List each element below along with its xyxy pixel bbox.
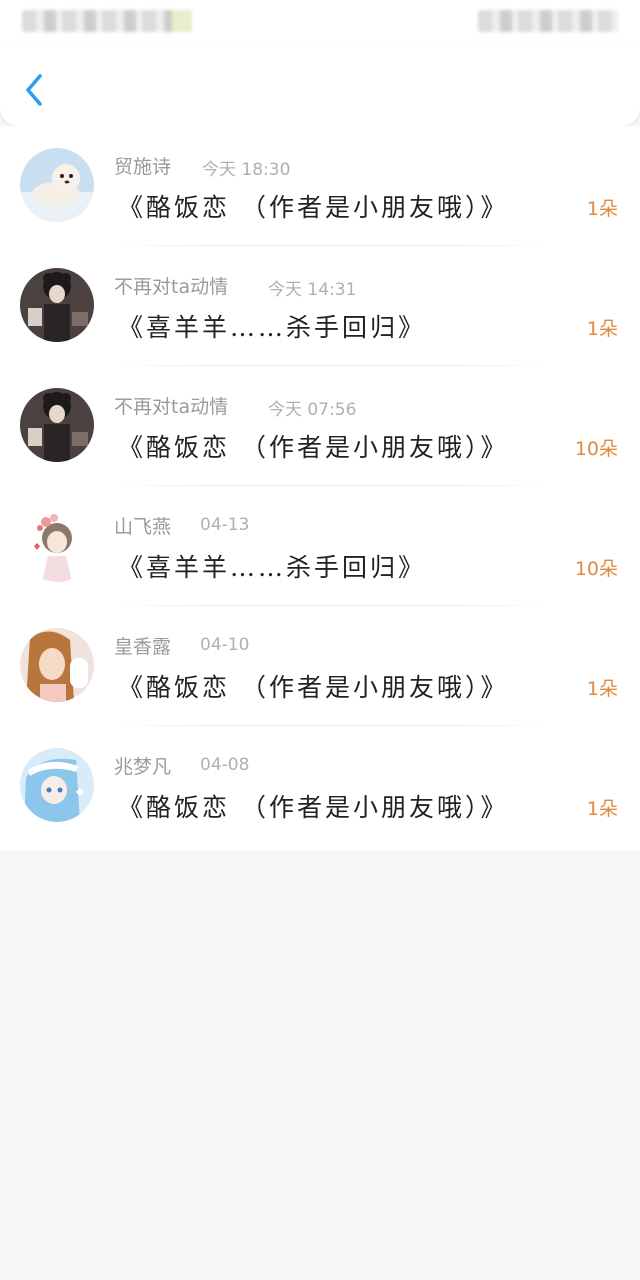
list-item[interactable]: 兆梦凡 04-08 《酪饭恋 （作者是小朋友哦）》 1朵 <box>0 726 640 846</box>
flower-count: 1朵 <box>586 198 618 220</box>
book-title[interactable]: 《酪饭恋 （作者是小朋友哦）》 <box>118 668 508 704</box>
flower-count: 1朵 <box>586 798 618 820</box>
flower-count: 1朵 <box>586 318 618 340</box>
back-button[interactable] <box>16 70 56 110</box>
list-item[interactable]: 山飞燕 04-13 《喜羊羊……杀手回归》 10朵 <box>0 486 640 606</box>
status-bar-left-blurred <box>22 10 192 32</box>
book-title[interactable]: 《酪饭恋 （作者是小朋友哦）》 <box>118 788 508 824</box>
timestamp: 04-10 <box>200 635 250 655</box>
timestamp: 04-08 <box>200 755 250 775</box>
flower-count: 1朵 <box>586 678 618 700</box>
list-item[interactable]: 贸施诗 今天 18:30 《酪饭恋 （作者是小朋友哦）》 1朵 <box>0 126 640 246</box>
timestamp: 今天 14:31 <box>268 280 357 300</box>
sender-name: 贸施诗 <box>114 156 172 178</box>
timestamp: 今天 07:56 <box>268 400 357 420</box>
flower-count: 10朵 <box>574 558 618 580</box>
chevron-left-icon <box>26 74 42 106</box>
sender-name: 山飞燕 <box>114 516 172 538</box>
sender-name: 不再对ta动情 <box>114 396 229 418</box>
sender-name: 皇香露 <box>114 636 172 658</box>
avatar[interactable] <box>20 508 94 582</box>
gift-record-list: 贸施诗 今天 18:30 《酪饭恋 （作者是小朋友哦）》 1朵 不再对ta动情 … <box>0 126 640 850</box>
avatar[interactable] <box>20 148 94 222</box>
book-title[interactable]: 《酪饭恋 （作者是小朋友哦）》 <box>118 428 508 464</box>
sender-name: 兆梦凡 <box>114 756 172 778</box>
list-item[interactable]: 皇香露 04-10 《酪饭恋 （作者是小朋友哦）》 1朵 <box>0 606 640 726</box>
timestamp: 04-13 <box>200 515 250 535</box>
status-bar <box>0 0 640 44</box>
avatar[interactable] <box>20 388 94 462</box>
status-bar-right-blurred <box>478 10 618 32</box>
flower-count: 10朵 <box>574 438 618 460</box>
list-item[interactable]: 不再对ta动情 今天 14:31 《喜羊羊……杀手回归》 1朵 <box>0 246 640 366</box>
book-title[interactable]: 《喜羊羊……杀手回归》 <box>118 548 426 584</box>
timestamp: 今天 18:30 <box>202 160 291 180</box>
avatar[interactable] <box>20 748 94 822</box>
list-item[interactable]: 不再对ta动情 今天 07:56 《酪饭恋 （作者是小朋友哦）》 10朵 <box>0 366 640 486</box>
navigation-bar <box>0 44 640 126</box>
avatar[interactable] <box>20 268 94 342</box>
sender-name: 不再对ta动情 <box>114 276 229 298</box>
avatar[interactable] <box>20 628 94 702</box>
book-title[interactable]: 《酪饭恋 （作者是小朋友哦）》 <box>118 188 508 224</box>
book-title[interactable]: 《喜羊羊……杀手回归》 <box>118 308 426 344</box>
